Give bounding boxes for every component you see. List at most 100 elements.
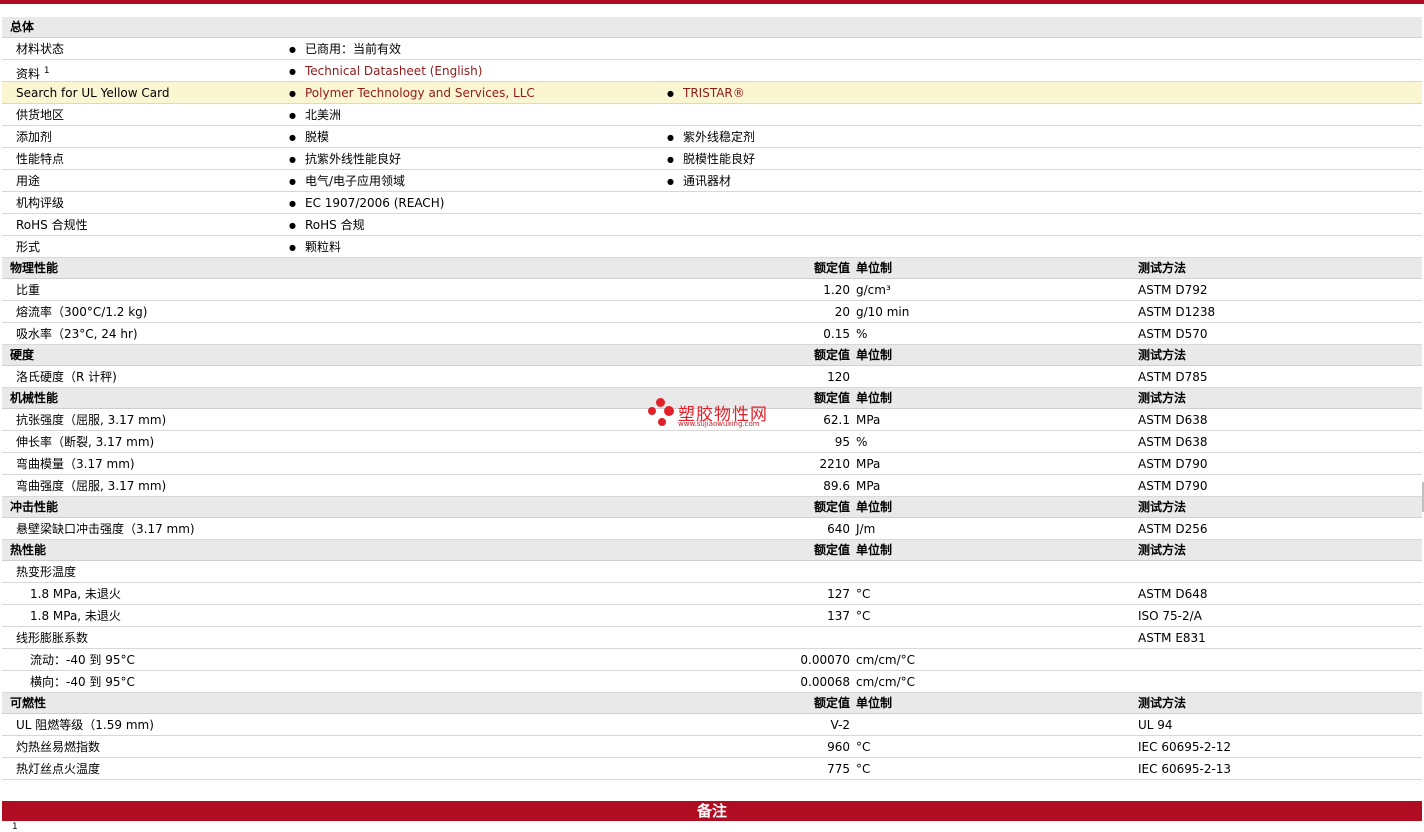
row-label: 添加剂 (16, 130, 53, 144)
property-group-row: 线形膨胀系数 ASTM E831 (2, 627, 1422, 649)
property-method: ISO 75-2/A (1138, 609, 1202, 623)
section-title: 可燃性 (10, 696, 47, 710)
section-title: 总体 (10, 20, 35, 34)
property-row: UL 阻燃等级（1.59 mm) V-2 UL 94 (2, 714, 1422, 736)
property-label: 熔流率（300°C/1.2 kg) (16, 305, 148, 319)
section-title: 冲击性能 (10, 500, 59, 514)
section-title: 机械性能 (10, 391, 59, 405)
row-value: 电气/电子应用领域 (289, 170, 405, 193)
property-label: 比重 (16, 283, 41, 297)
property-label: 灼热丝易燃指数 (16, 740, 101, 754)
property-group-label: 热变形温度 (16, 565, 77, 579)
col-unit-header: 单位制 (856, 261, 893, 275)
col-method-header: 测试方法 (1138, 391, 1187, 405)
property-unit: cm/cm/°C (856, 675, 916, 689)
row-label: 机构评级 (16, 196, 65, 210)
row-label: 形式 (16, 240, 41, 254)
property-method: ASTM D790 (1138, 457, 1208, 471)
property-label: 横向：-40 到 95°C (30, 675, 135, 689)
section-title: 热性能 (10, 543, 47, 557)
property-unit: J/m (856, 522, 876, 536)
property-row: 横向：-40 到 95°C 0.00068 cm/cm/°C (2, 671, 1422, 693)
property-value: 2210 (819, 457, 850, 471)
row-value: RoHS 合规 (289, 214, 365, 237)
property-label: 1.8 MPa, 未退火 (30, 609, 121, 623)
col-unit-header: 单位制 (856, 543, 893, 557)
section-header-physical: 物理性能 额定值 单位制 测试方法 (2, 258, 1422, 279)
watermark-logo: 塑胶物性网 www.sujiaowuxing.com (646, 398, 786, 434)
col-nominal-header: 额定值 (813, 696, 850, 710)
property-row: 熔流率（300°C/1.2 kg) 20 g/10 min ASTM D1238 (2, 301, 1422, 323)
property-method: ASTM D638 (1138, 413, 1208, 427)
property-method: ASTM D638 (1138, 435, 1208, 449)
row-value: 紫外线稳定剂 (667, 126, 755, 149)
row-label: 供货地区 (16, 108, 65, 122)
col-nominal-header: 额定值 (813, 391, 850, 405)
col-method-header: 测试方法 (1138, 543, 1187, 557)
row-rohs: RoHS 合规性 RoHS 合规 (2, 214, 1422, 236)
property-method: ASTM D256 (1138, 522, 1208, 536)
property-unit: % (856, 327, 868, 341)
col-unit-header: 单位制 (856, 348, 893, 362)
col-unit-header: 单位制 (856, 391, 893, 405)
property-label: 抗张强度（屈服, 3.17 mm) (16, 413, 167, 427)
row-status: 材料状态 已商用：当前有效 (2, 38, 1422, 60)
row-label: 材料状态 (16, 42, 65, 56)
property-value: 0.15 (823, 327, 850, 341)
property-value: 0.00070 (800, 653, 850, 667)
logo-dot-icon (656, 398, 665, 407)
property-row: 弯曲强度（屈服, 3.17 mm) 89.6 MPa ASTM D790 (2, 475, 1422, 497)
ul-brand-link[interactable]: TRISTAR® (683, 86, 745, 100)
property-value: 1.20 (823, 283, 850, 297)
datasheet-link[interactable]: Technical Datasheet (English) (305, 64, 482, 78)
datasheet-link-wrapper: Technical Datasheet (English) (289, 60, 482, 83)
col-method-header: 测试方法 (1138, 261, 1187, 275)
col-nominal-header: 额定值 (813, 261, 850, 275)
col-unit-header: 单位制 (856, 696, 893, 710)
row-value: 抗紫外线性能良好 (289, 148, 401, 171)
property-unit: MPa (856, 413, 881, 427)
row-value: 北美洲 (289, 104, 341, 127)
row-additive: 添加剂 脱模 紫外线稳定剂 (2, 126, 1422, 148)
section-header-hardness: 硬度 额定值 单位制 测试方法 (2, 345, 1422, 366)
col-unit-header: 单位制 (856, 500, 893, 514)
property-group-label: 线形膨胀系数 (16, 631, 89, 645)
row-ul-yellow-card: Search for UL Yellow Card Polymer Techno… (2, 82, 1422, 104)
row-label: 性能特点 (16, 152, 65, 166)
property-value: 95 (834, 435, 850, 449)
property-method: ASTM D570 (1138, 327, 1208, 341)
property-value: 137 (827, 609, 850, 623)
row-value: 颗粒料 (289, 236, 341, 259)
property-unit: % (856, 435, 868, 449)
col-nominal-header: 额定值 (813, 500, 850, 514)
row-agency: 机构评级 EC 1907/2006 (REACH) (2, 192, 1422, 214)
docs-label: 资料 (16, 67, 41, 81)
property-row: 热灯丝点火温度 775 °C IEC 60695-2-13 (2, 758, 1422, 780)
ul-company-link[interactable]: Polymer Technology and Services, LLC (305, 86, 535, 100)
property-value: 640 (827, 522, 850, 536)
property-value: 62.1 (823, 413, 850, 427)
top-accent-bar (0, 0, 1424, 4)
row-label: 用途 (16, 174, 41, 188)
property-value: 960 (827, 740, 850, 754)
property-label: 流动：-40 到 95°C (30, 653, 135, 667)
row-value: 脱模 (289, 126, 329, 149)
property-label: 1.8 MPa, 未退火 (30, 587, 121, 601)
row-value: 通讯器材 (667, 170, 731, 193)
property-row: 灼热丝易燃指数 960 °C IEC 60695-2-12 (2, 736, 1422, 758)
property-unit: g/cm³ (856, 283, 891, 297)
property-value: 775 (827, 762, 850, 776)
property-method: ASTM E831 (1138, 631, 1206, 645)
property-row: 洛氏硬度（R 计秤) 120 ASTM D785 (2, 366, 1422, 388)
property-label: 伸长率（断裂, 3.17 mm) (16, 435, 155, 449)
property-method: ASTM D790 (1138, 479, 1208, 493)
property-value: 89.6 (823, 479, 850, 493)
row-value: 已商用：当前有效 (289, 38, 401, 61)
property-method: IEC 60695-2-13 (1138, 762, 1232, 776)
section-header-flammability: 可燃性 额定值 单位制 测试方法 (2, 693, 1422, 714)
notes-header: 备注 (2, 801, 1422, 821)
footnote-ref: 1 (43, 66, 50, 76)
property-row: 悬壁梁缺口冲击强度（3.17 mm) 640 J/m ASTM D256 (2, 518, 1422, 540)
row-features: 性能特点 抗紫外线性能良好 脱模性能良好 (2, 148, 1422, 170)
col-method-header: 测试方法 (1138, 500, 1187, 514)
